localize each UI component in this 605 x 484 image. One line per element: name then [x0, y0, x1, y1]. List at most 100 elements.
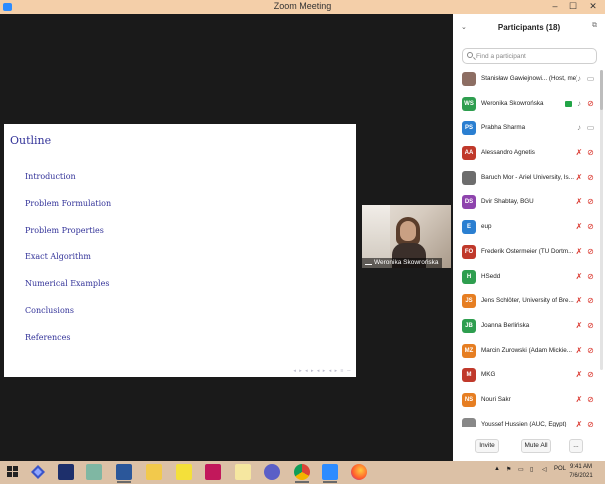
tray-flag-icon[interactable]: ⚑ [506, 466, 511, 473]
tray-volume-icon[interactable]: ◁ [542, 466, 547, 473]
participant-search-box[interactable] [462, 48, 597, 64]
participant-row[interactable]: JB Joanna Berlińska ✗ ⊘ [453, 314, 605, 339]
mic-muted-icon[interactable]: ✗ [575, 296, 583, 306]
participant-row[interactable]: MZ Marcin Zurowski (Adam Mickie... ✗ ⊘ [453, 339, 605, 364]
camera-off-icon[interactable]: ⊘ [585, 346, 596, 356]
close-button[interactable]: ✕ [586, 1, 600, 12]
tray-network-icon[interactable]: ▭ [518, 466, 524, 473]
shared-screen-area: Outline Introduction Problem Formulation… [0, 14, 453, 461]
clock-time: 9:41 AM [569, 464, 592, 470]
participant-avatar: DS [462, 195, 476, 210]
microphone-icon[interactable]: ♪ [575, 123, 583, 133]
screen-share-icon [565, 100, 572, 107]
participant-row[interactable]: AA Alessandro Agnetis ✗ ⊘ [453, 141, 605, 166]
participant-avatar: AA [462, 146, 476, 161]
invite-button[interactable]: Invite [475, 439, 499, 453]
windows-taskbar: ▲ ⚑ ▭ ▯ ◁ POL 9:41 AM 7/6/2021 [0, 461, 605, 484]
app-pdf-icon[interactable] [205, 464, 221, 480]
mic-muted-icon[interactable]: ✗ [575, 420, 583, 427]
mic-muted-icon[interactable]: ✗ [575, 247, 583, 257]
title-bar: Zoom Meeting – ☐ ✕ [0, 0, 605, 14]
participant-avatar: WS [462, 96, 476, 111]
zoom-taskbar-icon[interactable] [322, 464, 338, 483]
mic-muted-icon[interactable]: ✗ [575, 148, 583, 158]
camera-off-icon[interactable]: ⊘ [585, 420, 596, 427]
participant-name: MKG [481, 371, 496, 379]
app-blue-diamond-icon[interactable] [30, 464, 46, 480]
camera-off-icon[interactable]: ⊘ [585, 247, 596, 257]
taskbar-clock[interactable]: 9:41 AM 7/6/2021 [564, 463, 598, 481]
camera-off-icon[interactable]: ⊘ [585, 395, 596, 405]
participants-header: ⌄ Participants (18) ⧉ [453, 14, 605, 42]
participant-name: Nouri Sakr [481, 395, 511, 403]
camera-icon[interactable]: ▭ [585, 123, 596, 133]
participant-row[interactable]: Baruch Mor - Ariel University, Is... ✗ ⊘ [453, 166, 605, 191]
mic-muted-icon[interactable]: ✗ [575, 346, 583, 356]
popout-icon[interactable]: ⧉ [592, 22, 597, 30]
mic-muted-icon[interactable]: ✗ [575, 321, 583, 331]
participant-list-scrollbar[interactable] [600, 70, 603, 370]
participant-avatar: E [462, 220, 476, 235]
firefox-icon[interactable] [351, 464, 367, 480]
mic-muted-icon[interactable]: ✗ [575, 197, 583, 207]
participant-row[interactable]: PS Prabha Sharma ♪ ▭ [453, 116, 605, 141]
mic-muted-icon[interactable]: ✗ [575, 395, 583, 405]
screen: Zoom Meeting – ☐ ✕ Outline Introduction … [0, 0, 605, 484]
tray-chevron-icon[interactable]: ▲ [494, 466, 500, 472]
file-explorer-icon[interactable] [146, 464, 162, 480]
word-icon[interactable] [116, 464, 132, 483]
participant-name: Stanisław Gawiejnowi... (Host, me) [481, 75, 577, 82]
chrome-icon[interactable] [294, 464, 310, 483]
camera-off-icon[interactable]: ⊘ [585, 148, 596, 158]
participant-row[interactable]: DS Dvir Shabtay, BGU ✗ ⊘ [453, 190, 605, 215]
camera-off-icon[interactable]: ⊘ [585, 272, 596, 282]
maximize-button[interactable]: ☐ [566, 1, 580, 12]
mic-muted-icon[interactable]: ✗ [575, 272, 583, 282]
clock-date: 7/6/2021 [569, 473, 593, 479]
participant-name: Frederik Ostermeier (TU Dortm... [481, 247, 574, 255]
mute-all-button[interactable]: Mute All [521, 439, 551, 453]
participant-avatar [462, 170, 476, 185]
participant-row[interactable]: NS Nouri Sakr ✗ ⊘ [453, 388, 605, 413]
participant-row[interactable]: WS Weronika Skowrońska ♪ ⊘ [453, 92, 605, 117]
microphone-icon[interactable]: ♪ [575, 74, 583, 84]
camera-off-icon[interactable]: ⊘ [585, 222, 596, 232]
windows-start-button[interactable] [5, 464, 21, 480]
mic-muted-icon[interactable]: ✗ [575, 222, 583, 232]
participant-video-tile[interactable]: Weronika Skowrońska [362, 205, 451, 268]
participant-row[interactable]: H HSedd ✗ ⊘ [453, 265, 605, 290]
participant-name: Weronika Skowrońska [481, 99, 544, 107]
camera-icon[interactable]: ▭ [585, 74, 596, 84]
camera-off-icon[interactable]: ⊘ [585, 321, 596, 331]
participant-avatar: JS [462, 294, 476, 309]
camera-off-icon[interactable]: ⊘ [585, 173, 596, 183]
participant-name: eup [481, 223, 492, 231]
mic-muted-icon[interactable]: ✗ [575, 173, 583, 183]
mic-muted-icon[interactable]: ✗ [575, 370, 583, 380]
participant-name: Jens Schlöter, University of Bre... [481, 297, 574, 305]
tray-battery-icon[interactable]: ▯ [530, 466, 533, 473]
minimize-button[interactable]: – [548, 1, 562, 11]
camera-off-icon[interactable]: ⊘ [585, 296, 596, 306]
slide-item: References [25, 332, 71, 342]
app-bvc-icon[interactable] [235, 464, 251, 480]
beamer-navigation-icons: ◂ ▸ ◂ ▸ ◂ ▸ ◂ ▸ ≡ ∽ [293, 368, 352, 374]
teams-icon[interactable] [264, 464, 280, 480]
participant-row[interactable]: M MKG ✗ ⊘ [453, 363, 605, 388]
window-title: Zoom Meeting [273, 1, 332, 11]
camera-off-icon[interactable]: ⊘ [585, 197, 596, 207]
app-grid-icon[interactable] [176, 464, 192, 480]
microphone-icon[interactable]: ♪ [575, 99, 583, 109]
participant-row[interactable]: Eeup ✗ ⊘ [453, 215, 605, 240]
participant-row[interactable]: FO Frederik Ostermeier (TU Dortm... ✗ ⊘ [453, 240, 605, 265]
participant-row[interactable]: Youssef Hussien (AUC, Egypt) ✗ ⊘ [453, 413, 605, 427]
camera-off-icon[interactable]: ⊘ [585, 99, 596, 109]
more-options-button[interactable]: ... [569, 439, 583, 453]
app-dev-icon[interactable] [58, 464, 74, 480]
participant-avatar: MZ [462, 343, 476, 358]
participant-search-input[interactable] [476, 50, 594, 62]
app-notepad-icon[interactable] [86, 464, 102, 480]
participant-row[interactable]: JS Jens Schlöter, University of Bre... ✗ ⊘ [453, 289, 605, 314]
camera-off-icon[interactable]: ⊘ [585, 370, 596, 380]
participant-row[interactable]: Stanisław Gawiejnowi... (Host, me) ♪ ▭ [453, 67, 605, 92]
